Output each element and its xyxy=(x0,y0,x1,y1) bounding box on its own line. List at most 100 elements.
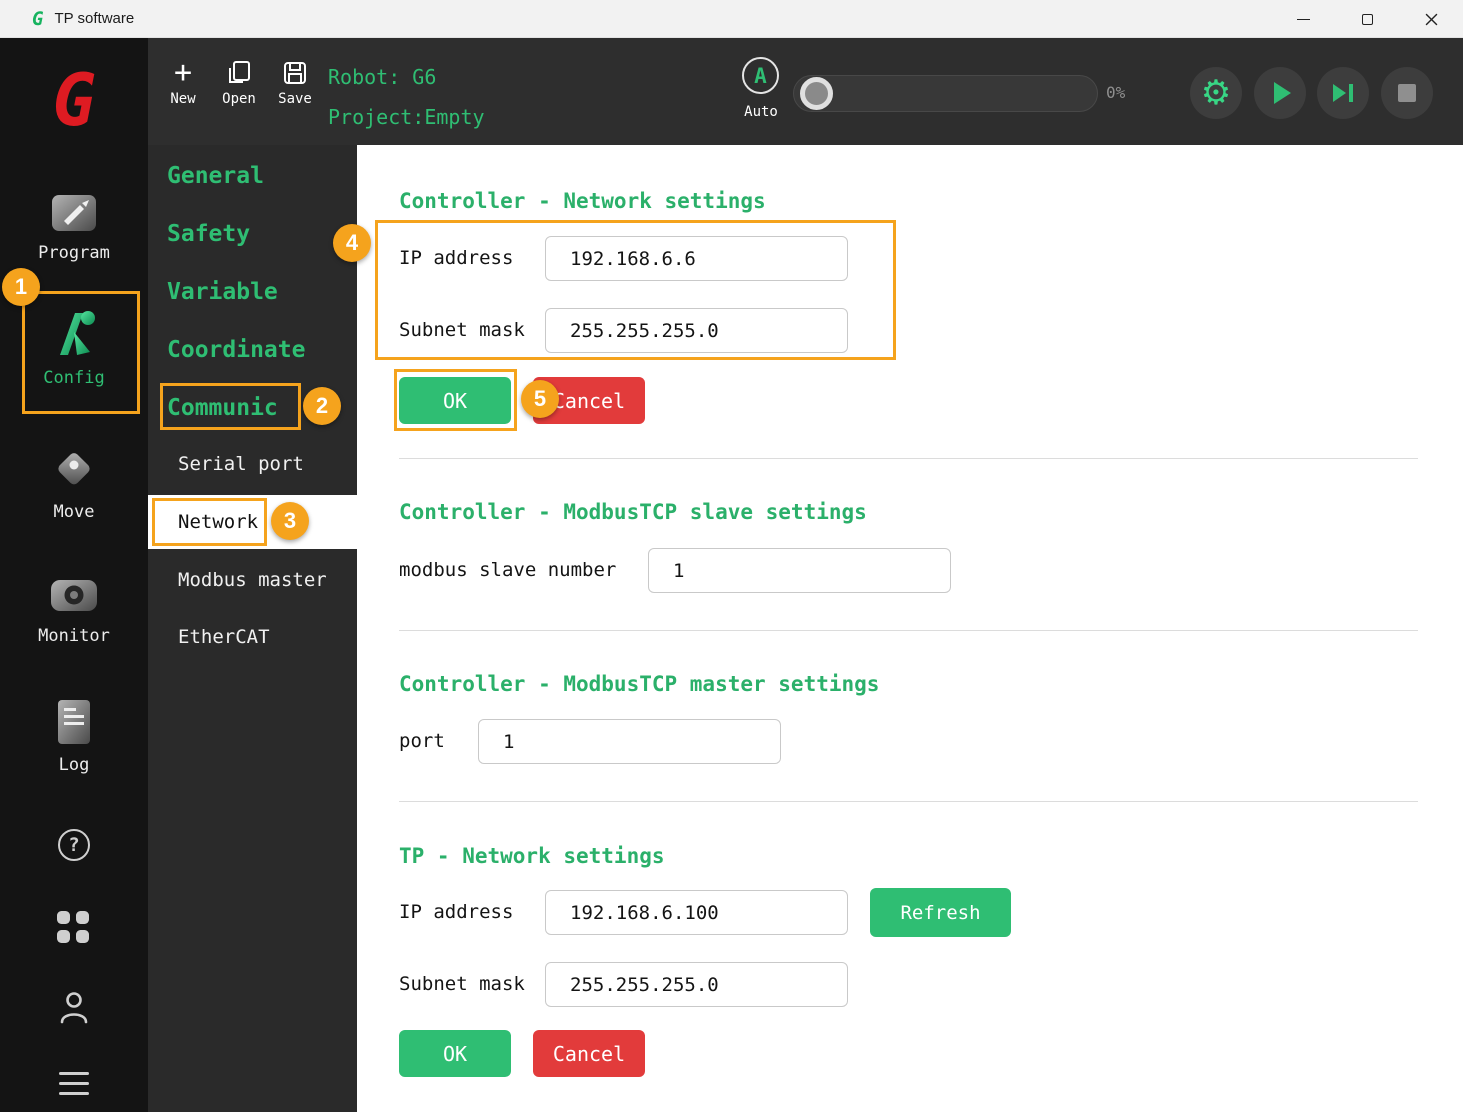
app-title: TP software xyxy=(54,10,134,27)
sidebar-item-program[interactable]: Program xyxy=(0,192,148,263)
sidebar-item-monitor[interactable]: Monitor xyxy=(0,573,148,646)
tp-ip-input[interactable] xyxy=(545,890,848,935)
sidebar-item-label: Monitor xyxy=(38,626,110,646)
minimize-button[interactable] xyxy=(1271,0,1335,38)
log-icon xyxy=(53,698,95,746)
modbus-slave-number-input[interactable] xyxy=(648,548,951,593)
brand-logo-icon: G xyxy=(0,58,148,142)
divider xyxy=(399,458,1418,459)
stop-icon xyxy=(1398,84,1416,102)
config-icon xyxy=(46,305,102,359)
nav-item-variable[interactable]: Variable xyxy=(148,272,357,312)
tp-subnet-mask-label: Subnet mask xyxy=(399,971,525,997)
nav-item-coordinate[interactable]: Coordinate xyxy=(148,330,357,370)
port-label: port xyxy=(399,728,445,754)
settings-panel: Controller - Network settings IP address… xyxy=(357,145,1463,1112)
titlebar: G TP software xyxy=(0,0,1463,38)
refresh-button[interactable]: Refresh xyxy=(870,888,1011,937)
divider xyxy=(399,630,1418,631)
controller-network-ok-button[interactable]: OK xyxy=(399,377,511,424)
open-label: Open xyxy=(222,91,256,107)
step-icon-bar xyxy=(1349,84,1353,102)
maximize-icon xyxy=(1362,14,1373,25)
section-title-modbus-slave: Controller - ModbusTCP slave settings xyxy=(399,500,867,524)
help-icon: ? xyxy=(58,829,90,861)
menu-icon[interactable] xyxy=(59,1072,89,1095)
nav-item-general[interactable]: General xyxy=(148,156,357,196)
user-icon xyxy=(56,988,92,1026)
window-controls xyxy=(1271,0,1463,38)
minimize-icon xyxy=(1297,19,1310,20)
nav-item-serial-port[interactable]: Serial port xyxy=(148,444,357,484)
sidebar-item-config[interactable]: Config xyxy=(0,305,148,388)
app-window: G TP software G Program xyxy=(0,0,1463,1112)
new-button[interactable]: + New xyxy=(155,60,211,107)
modbus-slave-number-label: modbus slave number xyxy=(399,557,616,583)
step-button[interactable] xyxy=(1317,67,1369,119)
sidebar-item-log[interactable]: Log xyxy=(0,698,148,775)
tp-network-ok-button[interactable]: OK xyxy=(399,1030,511,1077)
primary-sidebar: G Program Config Move xyxy=(0,38,148,1112)
auto-label: Auto xyxy=(740,104,782,120)
robot-label: Robot: G6 xyxy=(328,65,436,89)
sidebar-item-move[interactable]: Move xyxy=(0,443,148,522)
open-button[interactable]: Open xyxy=(211,60,267,107)
divider xyxy=(399,801,1418,802)
sidebar-item-label: Log xyxy=(59,755,90,775)
modbus-master-port-input[interactable] xyxy=(478,719,781,764)
ip-address-label: IP address xyxy=(399,245,513,271)
nav-item-ethercat[interactable]: EtherCAT xyxy=(148,617,357,657)
play-icon xyxy=(1274,82,1291,104)
subnet-mask-label: Subnet mask xyxy=(399,317,525,343)
new-icon: + xyxy=(174,60,192,86)
user-button[interactable] xyxy=(56,988,92,1031)
new-label: New xyxy=(170,91,195,107)
menu-bar xyxy=(59,1082,89,1085)
controller-network-cancel-button[interactable]: Cancel xyxy=(533,377,645,424)
tp-ip-address-label: IP address xyxy=(399,899,513,925)
sidebar-item-label: Move xyxy=(54,502,95,522)
nav-item-network[interactable]: Network xyxy=(148,495,357,549)
apps-grid-icon[interactable] xyxy=(57,911,89,943)
project-label: Project:Empty xyxy=(328,105,485,129)
save-label: Save xyxy=(278,91,312,107)
menu-bar xyxy=(59,1072,89,1075)
section-title-tp-network: TP - Network settings xyxy=(399,844,665,868)
save-button[interactable]: Save xyxy=(267,60,323,107)
controller-ip-input[interactable] xyxy=(545,236,848,281)
help-button[interactable]: ? xyxy=(0,829,148,861)
stop-button[interactable] xyxy=(1381,67,1433,119)
close-icon xyxy=(1425,13,1438,26)
grid-dot xyxy=(57,930,70,943)
sidebar-item-label: Program xyxy=(38,243,110,263)
monitor-icon xyxy=(49,573,99,617)
auto-letter: A xyxy=(754,64,767,88)
app-logo-icon: G xyxy=(32,8,43,30)
open-icon xyxy=(226,60,252,86)
settings-button[interactable]: ⚙ xyxy=(1190,67,1242,119)
play-button[interactable] xyxy=(1254,67,1306,119)
controller-subnet-input[interactable] xyxy=(545,308,848,353)
grid-dot xyxy=(76,930,89,943)
grid-dot xyxy=(57,911,70,924)
tp-network-cancel-button[interactable]: Cancel xyxy=(533,1030,645,1077)
maximize-button[interactable] xyxy=(1335,0,1399,38)
grid-dot xyxy=(76,911,89,924)
toolbar: + New Open Save Robot: G6 Project:Empty … xyxy=(148,38,1463,145)
auto-mode-button[interactable]: A xyxy=(742,57,779,94)
nav-item-modbus-master[interactable]: Modbus master xyxy=(148,560,357,600)
save-icon xyxy=(282,60,308,86)
menu-bar xyxy=(59,1092,89,1095)
nav-item-safety[interactable]: Safety xyxy=(148,214,357,254)
speed-slider[interactable] xyxy=(793,75,1098,112)
config-nav: General Safety Variable Coordinate Commu… xyxy=(148,145,357,1112)
tp-subnet-input[interactable] xyxy=(545,962,848,1007)
nav-item-communic[interactable]: Communic xyxy=(148,388,357,428)
close-button[interactable] xyxy=(1399,0,1463,38)
step-icon xyxy=(1333,84,1346,102)
gear-icon: ⚙ xyxy=(1201,76,1231,110)
speed-value: 0% xyxy=(1106,83,1125,102)
move-icon xyxy=(49,443,99,493)
speed-slider-knob[interactable] xyxy=(800,77,833,110)
program-icon xyxy=(51,192,97,234)
